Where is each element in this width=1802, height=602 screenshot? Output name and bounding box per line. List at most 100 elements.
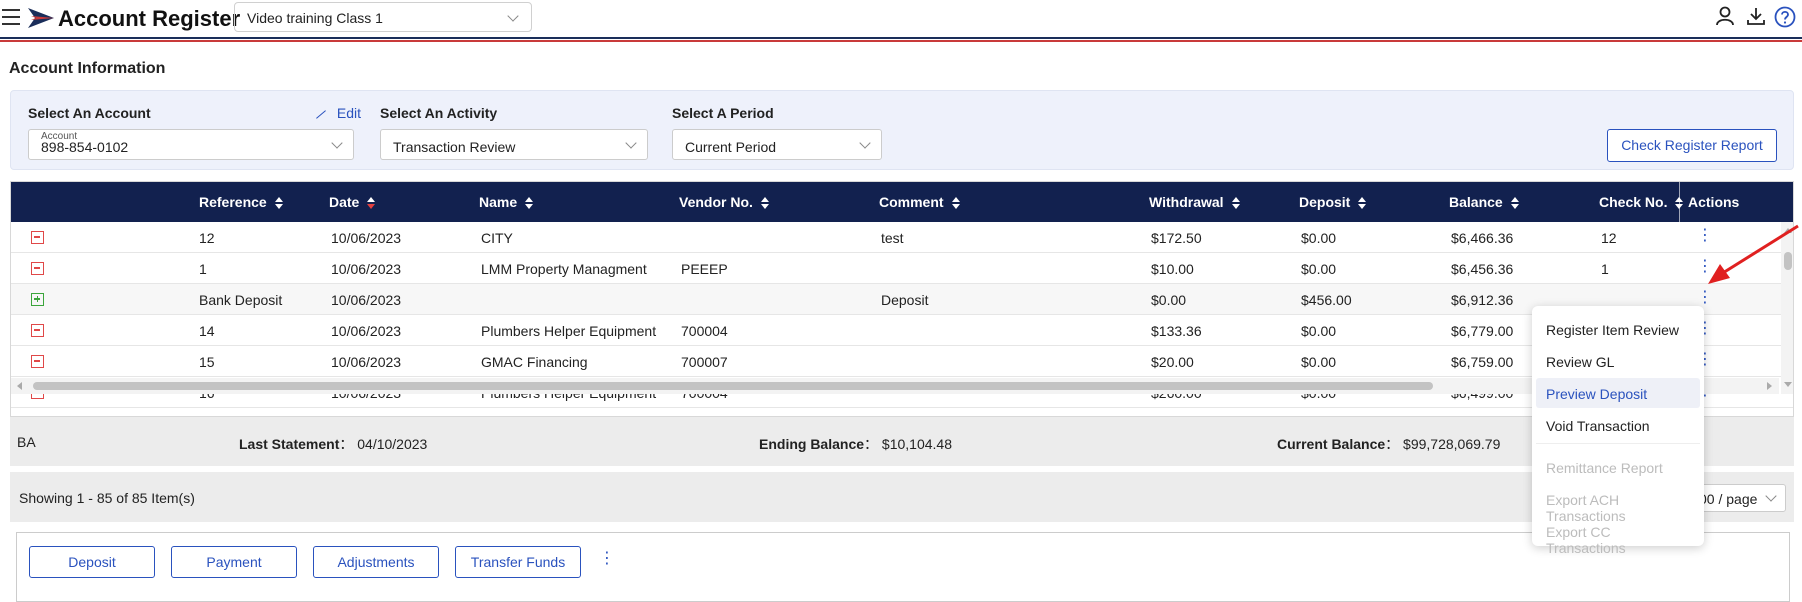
- column-header-vendor[interactable]: Vendor No.: [679, 194, 769, 210]
- pagination-bar: Showing 1 - 85 of 85 Item(s) 00 / page: [10, 472, 1794, 522]
- cell-vendor: 700004: [681, 323, 728, 339]
- cell-reference: 1: [199, 261, 207, 277]
- menu-item-preview-deposit[interactable]: Preview Deposit: [1536, 378, 1700, 408]
- scroll-down-icon[interactable]: [1784, 382, 1792, 387]
- scroll-right-icon[interactable]: [1767, 382, 1772, 390]
- payment-button[interactable]: Payment: [171, 546, 297, 578]
- page-size-select[interactable]: 00 / page: [1690, 484, 1786, 512]
- activity-label: Select An Activity: [380, 105, 498, 121]
- collapse-minus-icon[interactable]: [31, 262, 44, 275]
- cell-withdrawal: $172.50: [1151, 230, 1202, 246]
- user-icon[interactable]: [1715, 6, 1735, 26]
- cell-reference: 12: [199, 230, 215, 246]
- cell-reference: 14: [199, 323, 215, 339]
- column-header-actions: Actions: [1688, 194, 1740, 210]
- page-size-value: 00 / page: [1699, 491, 1758, 507]
- table-row[interactable]: 12 10/06/2023 CITY test $172.50 $0.00 $6,466.3…: [11, 222, 1793, 253]
- transfer-funds-button[interactable]: Transfer Funds: [455, 546, 581, 578]
- cell-deposit: $0.00: [1301, 323, 1337, 339]
- table-header: Reference Date Name Vendor No. Comment W…: [11, 182, 1793, 222]
- column-header-deposit[interactable]: Deposit: [1299, 194, 1367, 210]
- cell-date: 10/06/2023: [331, 354, 402, 370]
- transaction-actions: Deposit Payment Adjustments Transfer Fun…: [16, 532, 1790, 602]
- column-header-date[interactable]: Date: [329, 194, 376, 210]
- cell-name: LMM Property Managment: [481, 261, 647, 277]
- chevron-down-icon: [859, 137, 871, 149]
- activity-value: Transaction Review: [393, 139, 516, 155]
- more-actions-icon[interactable]: ⋮: [599, 551, 615, 567]
- edit-link-label: Edit: [336, 105, 362, 121]
- column-header-withdrawal[interactable]: Withdrawal: [1149, 194, 1240, 210]
- chevron-down-icon: [625, 137, 637, 149]
- last-statement-label: Last Statement: [239, 436, 340, 452]
- row-actions-icon[interactable]: ⋮: [1697, 290, 1713, 306]
- adjustments-button[interactable]: Adjustments: [313, 546, 439, 578]
- deposit-button[interactable]: Deposit: [29, 546, 155, 578]
- download-icon[interactable]: [1746, 6, 1766, 26]
- table-row[interactable]: 1 10/06/2023 LMM Property Managment PEEEP $1…: [11, 253, 1793, 284]
- column-header-name[interactable]: Name: [479, 194, 534, 210]
- horizontal-scroll-thumb[interactable]: [33, 382, 1433, 390]
- ending-balance-label: Ending Balance: [759, 436, 865, 452]
- check-register-report-button[interactable]: Check Register Report: [1607, 129, 1777, 162]
- pencil-icon: [316, 110, 326, 119]
- chevron-down-icon: [507, 10, 519, 22]
- cell-comment: test: [881, 230, 904, 246]
- account-label: Select An Account: [28, 105, 151, 121]
- cell-vendor: 700007: [681, 354, 728, 370]
- logo-icon: [28, 8, 54, 28]
- cell-date: 10/06/2023: [331, 261, 402, 277]
- chevron-down-icon: [1765, 490, 1777, 502]
- cell-name: GMAC Financing: [481, 354, 588, 370]
- menu-item-remittance-report: Remittance Report: [1546, 460, 1663, 476]
- menu-item-void-transaction[interactable]: Void Transaction: [1536, 410, 1700, 440]
- menu-item-register-item-review[interactable]: Register Item Review: [1536, 314, 1700, 344]
- header-divider-accent: [0, 40, 1802, 42]
- cell-date: 10/06/2023: [331, 323, 402, 339]
- class-select-value: Video training Class 1: [247, 10, 383, 26]
- current-balance-value: $99,728,069.79: [1403, 436, 1501, 452]
- edit-account-link[interactable]: Edit: [315, 105, 361, 121]
- section-title: Account Information: [9, 60, 166, 77]
- period-label: Select A Period: [672, 105, 774, 121]
- activity-select[interactable]: Transaction Review: [380, 129, 648, 160]
- scroll-left-icon[interactable]: [17, 382, 22, 390]
- current-balance-label: Current Balance: [1277, 436, 1386, 452]
- cell-vendor: PEEEP: [681, 261, 728, 277]
- item-count: Showing 1 - 85 of 85 Item(s): [19, 490, 195, 506]
- horizontal-scrollbar[interactable]: [11, 378, 1779, 394]
- help-icon[interactable]: [1774, 6, 1796, 28]
- column-header-check-no[interactable]: Check No.: [1599, 194, 1684, 210]
- cell-balance: $6,456.36: [1451, 261, 1514, 277]
- cell-deposit: $0.00: [1301, 354, 1337, 370]
- table-row[interactable]: 14 10/06/2023 Plumbers Helper Equipment 700…: [11, 315, 1793, 346]
- cell-deposit: $456.00: [1301, 292, 1352, 308]
- class-select[interactable]: Video training Class 1: [234, 2, 532, 32]
- account-summary: BA Last Statement： 04/10/2023 Ending Bal…: [10, 417, 1794, 466]
- menu-icon[interactable]: [2, 9, 20, 25]
- collapse-minus-icon[interactable]: [31, 355, 44, 368]
- table-row[interactable]: Bank Deposit 10/06/2023 Deposit $0.00 $456.0…: [11, 284, 1793, 315]
- cell-reference: Bank Deposit: [199, 292, 283, 308]
- expand-plus-icon[interactable]: [31, 293, 44, 306]
- cell-date: 10/06/2023: [331, 230, 402, 246]
- menu-item-review-gl[interactable]: Review GL: [1536, 346, 1700, 376]
- cell-balance: $6,759.00: [1451, 354, 1514, 370]
- cell-reference: 15: [199, 354, 215, 370]
- menu-divider: [1536, 443, 1700, 444]
- header-divider: [0, 37, 1802, 39]
- cell-withdrawal: $0.00: [1151, 292, 1187, 308]
- top-bar: Account Register Video training Class 1: [0, 0, 1802, 42]
- table-row[interactable]: 15 10/06/2023 GMAC Financing 700007 $20.00 $0…: [11, 346, 1793, 377]
- collapse-minus-icon[interactable]: [31, 231, 44, 244]
- header-separator: [1679, 182, 1680, 222]
- account-select[interactable]: Account 898-854-0102: [28, 129, 354, 160]
- column-header-balance[interactable]: Balance: [1449, 194, 1519, 210]
- menu-item-export-cc-transactions: Export CC Transactions: [1546, 524, 1626, 556]
- column-header-comment[interactable]: Comment: [879, 194, 960, 210]
- period-select[interactable]: Current Period: [672, 129, 882, 160]
- collapse-minus-icon[interactable]: [31, 324, 44, 337]
- column-header-reference[interactable]: Reference: [199, 194, 283, 210]
- cell-deposit: $0.00: [1301, 230, 1337, 246]
- cell-date: 10/06/2023: [331, 292, 402, 308]
